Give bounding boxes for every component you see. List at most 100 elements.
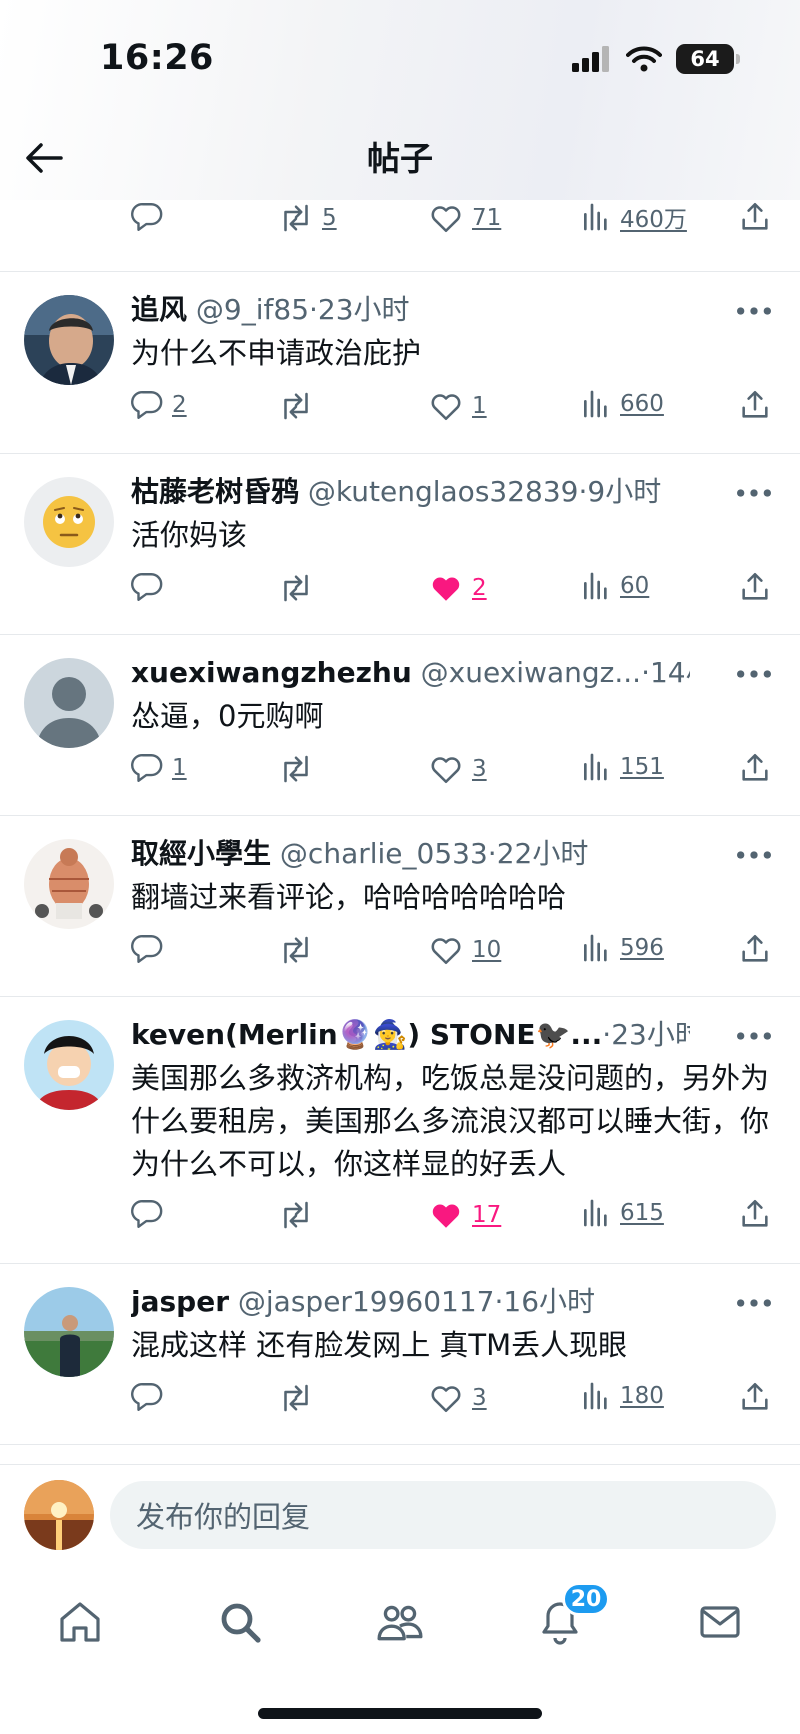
share-button[interactable]: [738, 751, 772, 785]
reply-tweet[interactable]: xuexiwangzhezhu @xuexiwangz...·14小时 怂逼，0…: [0, 635, 800, 816]
reply-button[interactable]: [130, 932, 164, 966]
main-post-actions: 5 71 460万: [0, 200, 800, 272]
tweet-time: 14小时: [649, 656, 690, 689]
views-button[interactable]: 615: [580, 1197, 664, 1229]
current-user-avatar[interactable]: [24, 1480, 94, 1550]
reply-button[interactable]: [130, 1197, 164, 1231]
share-button[interactable]: [738, 1197, 772, 1231]
like-count: 17: [472, 1202, 502, 1228]
tab-messages[interactable]: [690, 1592, 750, 1652]
like-button[interactable]: 17: [428, 1197, 501, 1233]
repost-button[interactable]: [278, 932, 314, 968]
more-icon[interactable]: [734, 659, 774, 689]
share-button[interactable]: [738, 1380, 772, 1414]
tab-search[interactable]: [210, 1592, 270, 1652]
home-icon: [60, 1602, 100, 1642]
reply-tweet[interactable]: keven(Merlin🔮🧙‍♀️) STONE🐦‍⬛...·23小时 美国那么…: [0, 997, 800, 1264]
avatar[interactable]: [24, 295, 114, 385]
views-button[interactable]: 60: [580, 570, 649, 602]
like-button[interactable]: 71: [428, 200, 501, 236]
tweet-time: 23小时: [611, 1018, 690, 1051]
share-button[interactable]: [738, 388, 772, 422]
reply-count: 1: [172, 755, 187, 781]
tab-communities[interactable]: [370, 1592, 430, 1652]
user-handle[interactable]: @kutenglaos32839: [308, 475, 579, 508]
share-button[interactable]: [738, 932, 772, 966]
reply-tweet[interactable]: jasper @jasper19960117·16小时 混成这样 还有脸发网上 …: [0, 1264, 800, 1445]
more-icon[interactable]: [734, 1021, 774, 1051]
avatar[interactable]: [24, 1020, 114, 1110]
views-button[interactable]: 596: [580, 932, 664, 964]
like-button[interactable]: 1: [428, 388, 487, 424]
reply-button[interactable]: 2: [130, 388, 187, 422]
repost-button[interactable]: [278, 388, 314, 424]
more-icon[interactable]: [734, 840, 774, 870]
tab-home[interactable]: [50, 1592, 110, 1652]
reply-button[interactable]: [130, 1380, 164, 1414]
like-button[interactable]: 2: [428, 570, 487, 606]
display-name[interactable]: keven(Merlin🔮🧙‍♀️) STONE🐦‍⬛...: [131, 1018, 602, 1051]
reply-button[interactable]: 1: [130, 751, 187, 785]
like-icon: [428, 1380, 464, 1416]
reply-tweet[interactable]: 取經小學生 @charlie_0533·22小时 翻墙过来看评论，哈哈哈哈哈哈哈…: [0, 816, 800, 997]
avatar[interactable]: [24, 1287, 114, 1377]
share-icon: [738, 751, 772, 785]
reply-button[interactable]: [130, 200, 164, 234]
more-icon[interactable]: [734, 478, 774, 508]
tweet-text: 为什么不申请政治庇护: [131, 336, 422, 370]
tweet-text: 怂逼，0元购啊: [131, 699, 324, 733]
page-title: 帖子: [367, 139, 433, 178]
user-handle[interactable]: @jasper19960117: [238, 1285, 495, 1318]
avatar[interactable]: [24, 658, 114, 748]
display-name[interactable]: xuexiwangzhezhu: [131, 656, 412, 689]
retweet-icon: [278, 1197, 314, 1233]
reply-tweet[interactable]: 枯藤老树昏鸦 @kutenglaos32839·9小时 活你妈该 2 60: [0, 454, 800, 635]
repost-button[interactable]: [278, 1197, 314, 1233]
more-icon[interactable]: [734, 1288, 774, 1318]
tweet-header: jasper @jasper19960117·16小时: [131, 1282, 690, 1322]
avatar[interactable]: [24, 839, 114, 929]
like-icon: [428, 932, 464, 968]
share-icon: [738, 570, 772, 604]
user-handle[interactable]: @charlie_0533: [280, 837, 488, 870]
repost-button[interactable]: [278, 570, 314, 606]
views-button[interactable]: 180: [580, 1380, 664, 1412]
reply-input[interactable]: 发布你的回复: [110, 1481, 776, 1549]
view-count: 615: [620, 1200, 664, 1226]
user-handle[interactable]: @9_if85: [196, 293, 309, 326]
like-icon: [428, 388, 464, 424]
like-button[interactable]: 3: [428, 1380, 487, 1416]
more-icon[interactable]: [734, 296, 774, 326]
views-button[interactable]: 660: [580, 388, 664, 420]
views-button[interactable]: 151: [580, 751, 664, 783]
reply-count: 2: [172, 392, 187, 418]
view-count: 460万: [620, 207, 687, 233]
repost-button[interactable]: [278, 751, 314, 787]
display-name[interactable]: 追风: [131, 293, 187, 326]
share-button[interactable]: [738, 200, 772, 234]
display-name[interactable]: jasper: [131, 1285, 229, 1318]
views-button[interactable]: 460万: [580, 200, 687, 234]
reply-button[interactable]: [130, 570, 164, 604]
retweet-icon: [278, 751, 314, 787]
repost-button[interactable]: 5: [278, 200, 337, 236]
avatar[interactable]: [24, 477, 114, 567]
share-button[interactable]: [738, 570, 772, 604]
like-icon: [428, 751, 464, 787]
display-name[interactable]: 枯藤老树昏鸦: [131, 475, 299, 508]
views-icon: [580, 388, 612, 420]
view-count: 180: [620, 1383, 664, 1409]
like-button[interactable]: 10: [428, 932, 501, 968]
reply-icon: [130, 570, 164, 604]
views-icon: [580, 1380, 612, 1412]
share-icon: [738, 388, 772, 422]
share-icon: [738, 200, 772, 234]
display-name[interactable]: 取經小學生: [131, 837, 271, 870]
like-button[interactable]: 3: [428, 751, 487, 787]
reply-tweet[interactable]: 追风 @9_if85·23小时 为什么不申请政治庇护 2 1 660: [0, 272, 800, 454]
repost-button[interactable]: [278, 1380, 314, 1416]
view-count: 660: [620, 391, 664, 417]
user-handle[interactable]: @xuexiwangz...: [421, 656, 641, 689]
status-time: 16:26: [100, 38, 214, 78]
tweet-header: 取經小學生 @charlie_0533·22小时: [131, 834, 690, 874]
